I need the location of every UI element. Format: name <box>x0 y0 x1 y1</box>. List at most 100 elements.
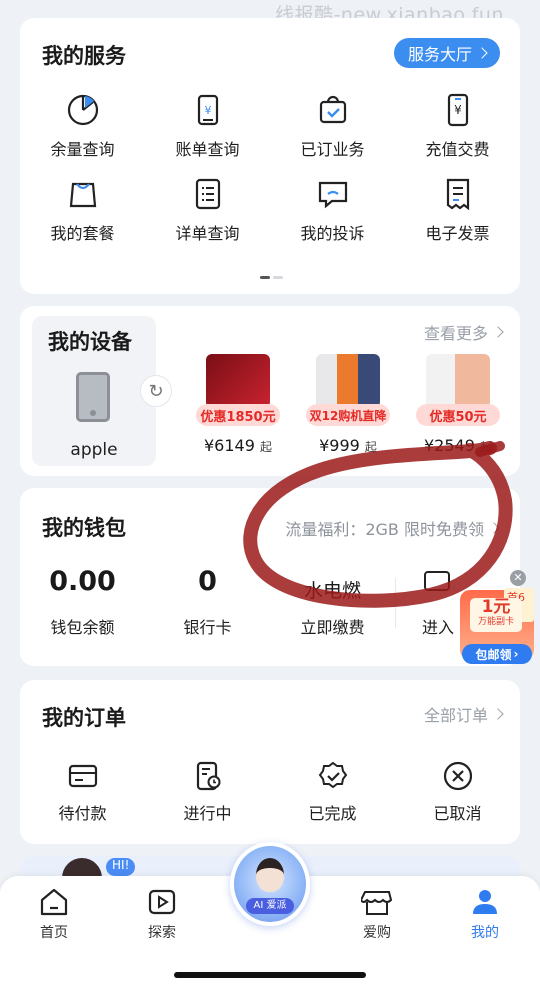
service-remaining-query[interactable]: 余量查询 <box>20 92 145 160</box>
traffic-promo-link[interactable]: 流量福利：2GB 限时免费领 <box>285 516 500 540</box>
svg-text:¥: ¥ <box>454 103 462 117</box>
orders-title: 我的订单 <box>42 706 126 730</box>
my-device-tile[interactable]: 我的设备 apple <box>32 316 156 466</box>
tablet-icon <box>76 372 110 422</box>
service-my-package[interactable]: 我的套餐 <box>20 176 145 244</box>
service-label: 账单查询 <box>175 140 240 159</box>
phone-yen-icon: ¥ <box>447 93 468 127</box>
discount-badge: 优惠1850元 <box>196 404 280 426</box>
all-orders-label: 全部订单 <box>423 706 488 725</box>
tab-label: 探索 <box>148 925 176 941</box>
wallet-utilities[interactable]: 水电燃 立即缴费 <box>270 566 395 638</box>
service-label: 我的投诉 <box>300 224 365 243</box>
floating-promo[interactable]: ✕ 首6月 1元 万能副卡 包邮领› <box>460 570 534 666</box>
phone-image <box>206 354 270 408</box>
all-orders-link[interactable]: 全部订单 <box>423 702 504 726</box>
service-hall-button[interactable]: 服务大厅 <box>393 38 500 68</box>
tab-mine[interactable]: 我的 <box>445 886 525 942</box>
order-label: 进行中 <box>183 804 232 823</box>
devices-more-link[interactable]: 查看更多 <box>423 320 504 344</box>
chevron-right-icon <box>488 522 500 534</box>
service-label: 我的套餐 <box>50 224 115 243</box>
home-indicator <box>174 972 366 978</box>
clock-doc-icon <box>196 761 220 791</box>
svg-text:¥: ¥ <box>204 104 211 117</box>
chevron-right-icon <box>476 47 488 59</box>
service-hall-label: 服务大厅 <box>407 45 472 64</box>
refresh-icon[interactable]: ↻ <box>140 375 172 407</box>
tab-shop[interactable]: 爱购 <box>337 886 417 942</box>
service-label: 余量查询 <box>50 140 115 159</box>
product-price: ¥6149 起 <box>203 436 272 455</box>
product-item[interactable]: 优惠1850元 <box>196 354 280 434</box>
wallet-bank-card[interactable]: 0 银行卡 <box>145 566 270 638</box>
list-doc-icon <box>195 178 220 210</box>
tab-explore[interactable]: 探索 <box>122 886 202 942</box>
divider <box>395 578 396 628</box>
product-price: ¥999 起 <box>319 436 377 455</box>
phone-image <box>426 354 490 408</box>
device-name: apple <box>70 440 118 460</box>
services-card: 我的服务 服务大厅 余量查询 ¥ 账单查询 已订业务 ¥ 充值交费 我的套餐 详… <box>20 18 520 294</box>
order-pending-payment[interactable]: 待付款 <box>20 760 145 824</box>
service-label: 详单查询 <box>175 224 240 243</box>
service-recharge[interactable]: ¥ 充值交费 <box>395 92 520 160</box>
wallet-card-icon <box>68 764 97 788</box>
hi-tag: HI! <box>106 858 136 876</box>
phone-image <box>316 354 380 408</box>
order-in-progress[interactable]: 进行中 <box>145 760 270 824</box>
wallet-card: 我的钱包 流量福利：2GB 限时免费领 0.00 钱包余额 0 银行卡 水电燃 … <box>20 488 520 666</box>
wallet-label: 立即缴费 <box>300 618 365 637</box>
discount-badge: 双12购机直降 <box>306 404 390 426</box>
orders-card: 我的订单 全部订单 待付款 进行中 已完成 已取消 <box>20 680 520 844</box>
close-icon[interactable]: ✕ <box>510 570 526 586</box>
devices-more-label: 查看更多 <box>423 324 488 343</box>
invoice-icon <box>446 178 469 211</box>
ai-assistant-button[interactable]: AI 爱派 <box>230 842 310 926</box>
service-label: 电子发票 <box>425 224 490 243</box>
ai-label: AI 爱派 <box>246 898 294 914</box>
ai-avatar-icon <box>256 858 284 892</box>
wallet-balance[interactable]: 0.00 钱包余额 <box>20 566 145 638</box>
tab-home[interactable]: 首页 <box>14 886 94 942</box>
discount-badge: 优惠50元 <box>416 404 500 426</box>
package-bag-icon <box>69 182 96 208</box>
wallet-value: 0.00 <box>49 566 116 597</box>
chevron-right-icon <box>492 708 504 720</box>
promo-label: 流量福利：2GB 限时免费领 <box>285 520 484 539</box>
devices-card: 我的设备 apple ↻ 查看更多 优惠1850元 ¥6149 起 双12购机直… <box>20 306 520 476</box>
promo-main: 1元 万能副卡 <box>470 598 522 632</box>
wallet-value: 0 <box>198 566 217 597</box>
promo-claim-button[interactable]: 包邮领 › <box>462 644 532 664</box>
bill-icon: ¥ <box>197 94 218 126</box>
service-subscribed[interactable]: 已订业务 <box>270 92 395 160</box>
home-icon <box>40 888 68 916</box>
wallet-value: 水电燃 <box>303 580 361 602</box>
chevron-right-icon <box>492 326 504 338</box>
product-item[interactable]: 双12购机直降 <box>306 354 390 434</box>
order-label: 已完成 <box>308 804 357 823</box>
play-icon <box>148 889 176 915</box>
order-cancelled[interactable]: 已取消 <box>395 760 520 824</box>
complaint-chat-icon <box>318 181 347 209</box>
user-icon <box>473 890 497 914</box>
devices-title: 我的设备 <box>48 330 132 354</box>
services-title: 我的服务 <box>42 44 126 68</box>
wallet-label: 银行卡 <box>183 618 232 637</box>
product-item[interactable]: 优惠50元 <box>416 354 500 434</box>
order-completed[interactable]: 已完成 <box>270 760 395 824</box>
order-label: 已取消 <box>433 804 482 823</box>
wallet-title: 我的钱包 <box>42 516 126 540</box>
service-label: 已订业务 <box>300 140 365 159</box>
shop-icon <box>361 891 393 915</box>
service-complaint[interactable]: 我的投诉 <box>270 176 395 244</box>
service-label: 充值交费 <box>425 140 490 159</box>
service-e-invoice[interactable]: 电子发票 <box>395 176 520 244</box>
service-bill-query[interactable]: ¥ 账单查询 <box>145 92 270 160</box>
tab-label: 我的 <box>471 925 499 941</box>
wallet-label: 钱包余额 <box>50 618 115 637</box>
pie-chart-icon <box>67 94 98 126</box>
badge-check-icon <box>318 761 347 789</box>
service-detail-query[interactable]: 详单查询 <box>145 176 270 244</box>
product-price: ¥2549 起 <box>423 436 492 455</box>
